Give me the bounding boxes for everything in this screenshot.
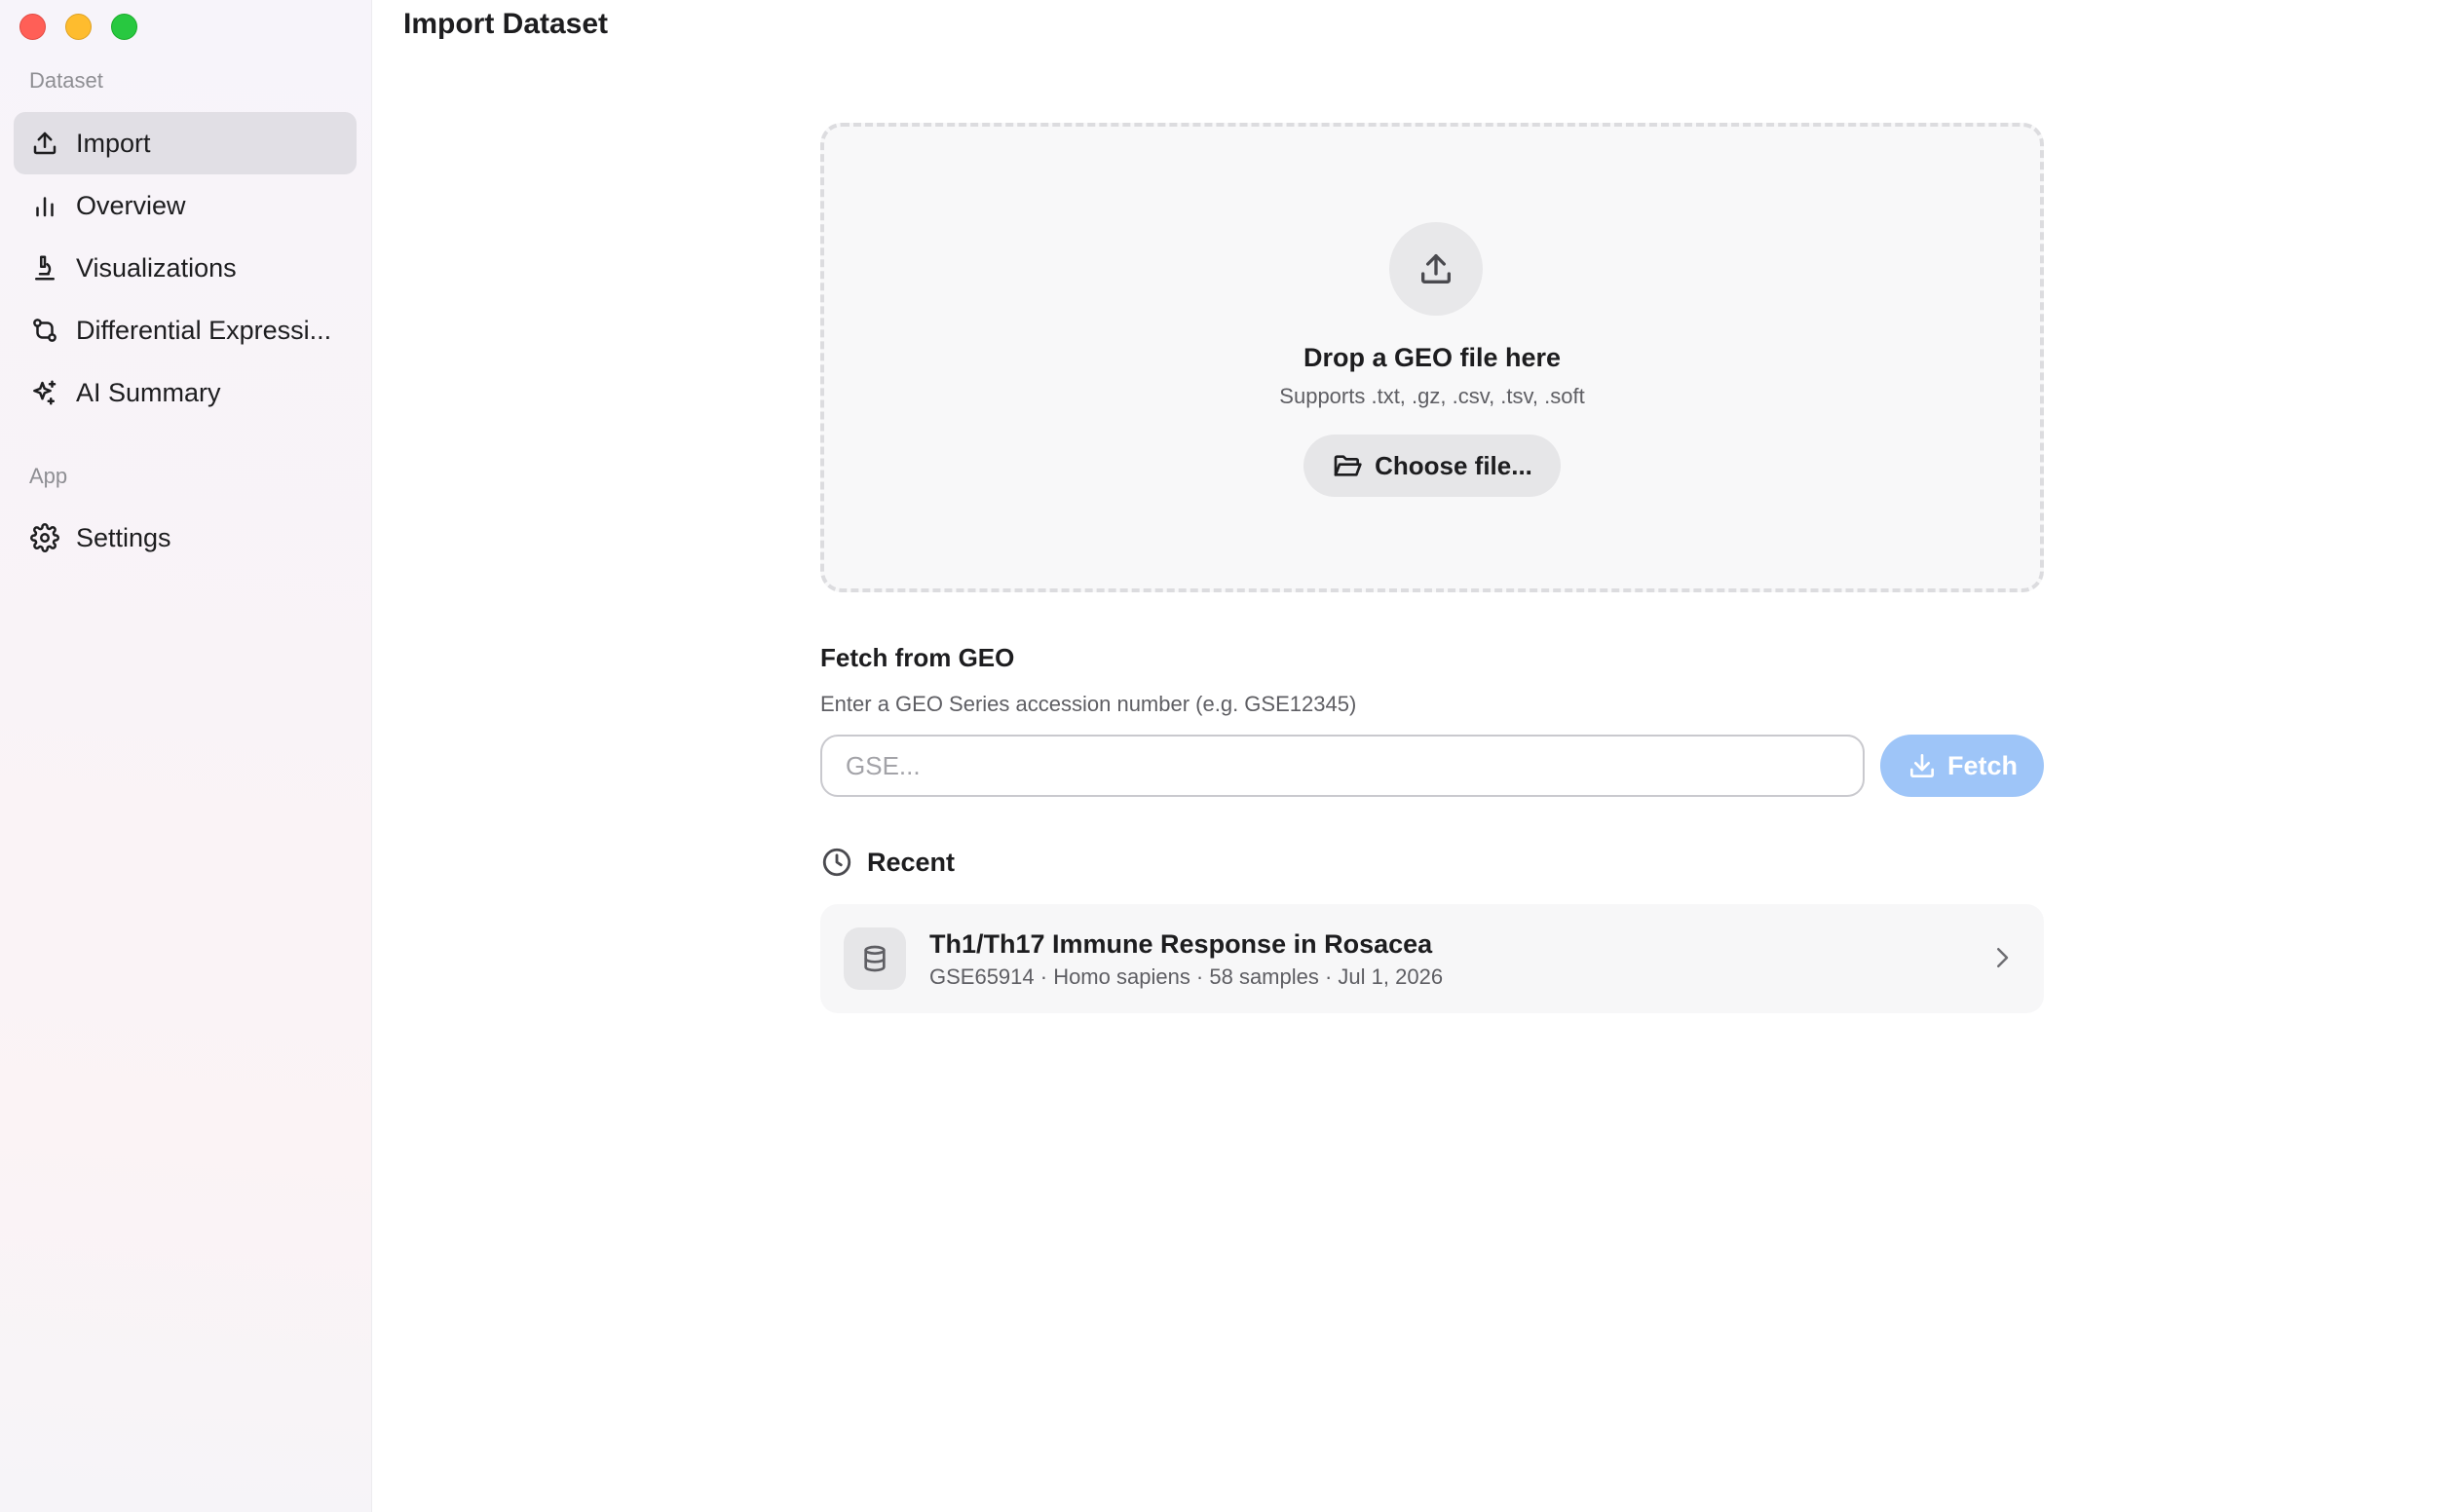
fetch-button[interactable]: Fetch [1880,735,2044,797]
page-title: Import Dataset [403,8,609,40]
main-content: Import Dataset Drop a GEO file here Supp… [372,0,2455,1512]
sidebar-section-dataset: Dataset [29,68,103,93]
fetch-section-title: Fetch from GEO [820,643,1015,672]
dropzone-title: Drop a GEO file here [1303,343,1562,372]
sidebar-item-label: Overview [76,190,186,220]
recent-header: Recent [820,846,955,879]
choose-file-label: Choose file... [1375,450,1532,480]
gse-accession-input[interactable] [820,735,1865,797]
choose-file-button[interactable]: Choose file... [1303,435,1561,497]
recent-dataset-title: Th1/Th17 Immune Response in Rosacea [929,929,1433,959]
sidebar-section-app: App [29,464,68,488]
recent-title: Recent [867,847,956,877]
sidebar-item-ai-summary[interactable]: AI Summary [14,361,357,424]
dropzone-subtitle: Supports .txt, .gz, .csv, .tsv, .soft [1279,384,1585,408]
sidebar-item-label: Settings [76,522,171,552]
sidebar-item-differential-expression[interactable]: Differential Expressi... [14,299,357,361]
download-icon [1907,750,1938,781]
file-dropzone[interactable]: Drop a GEO file here Supports .txt, .gz,… [820,123,2044,592]
sidebar: Dataset Import Overview Visualizations D… [0,0,372,1512]
upload-icon [29,128,60,159]
database-icon [844,927,906,990]
minimize-window-button[interactable] [65,14,92,40]
recent-dataset-meta: GSE65914 · Homo sapiens · 58 samples · J… [929,964,1444,989]
chevron-right-icon [1987,943,2017,972]
sidebar-item-overview[interactable]: Overview [14,174,357,237]
sidebar-item-visualizations[interactable]: Visualizations [14,237,357,299]
fetch-button-label: Fetch [1946,750,2018,780]
close-window-button[interactable] [19,14,46,40]
sidebar-item-label: Differential Expressi... [76,315,332,345]
sidebar-item-settings[interactable]: Settings [14,507,357,569]
sidebar-item-label: Import [76,128,151,158]
maximize-window-button[interactable] [111,14,137,40]
sparkles-icon [29,377,60,408]
app-window: Dataset Import Overview Visualizations D… [0,0,2455,1512]
sidebar-item-label: Visualizations [76,252,237,283]
sidebar-item-label: AI Summary [76,377,221,407]
bar-chart-icon [29,190,60,221]
git-compare-icon [29,315,60,346]
folder-open-icon [1332,450,1363,481]
microscope-icon [29,252,60,284]
upload-icon [1389,222,1483,316]
sidebar-item-import[interactable]: Import [14,112,357,174]
clock-icon [820,846,853,879]
recent-dataset-item[interactable]: Th1/Th17 Immune Response in Rosacea GSE6… [820,904,2044,1013]
window-controls [19,14,137,40]
fetch-section-description: Enter a GEO Series accession number (e.g… [820,692,1357,716]
gear-icon [29,522,60,553]
